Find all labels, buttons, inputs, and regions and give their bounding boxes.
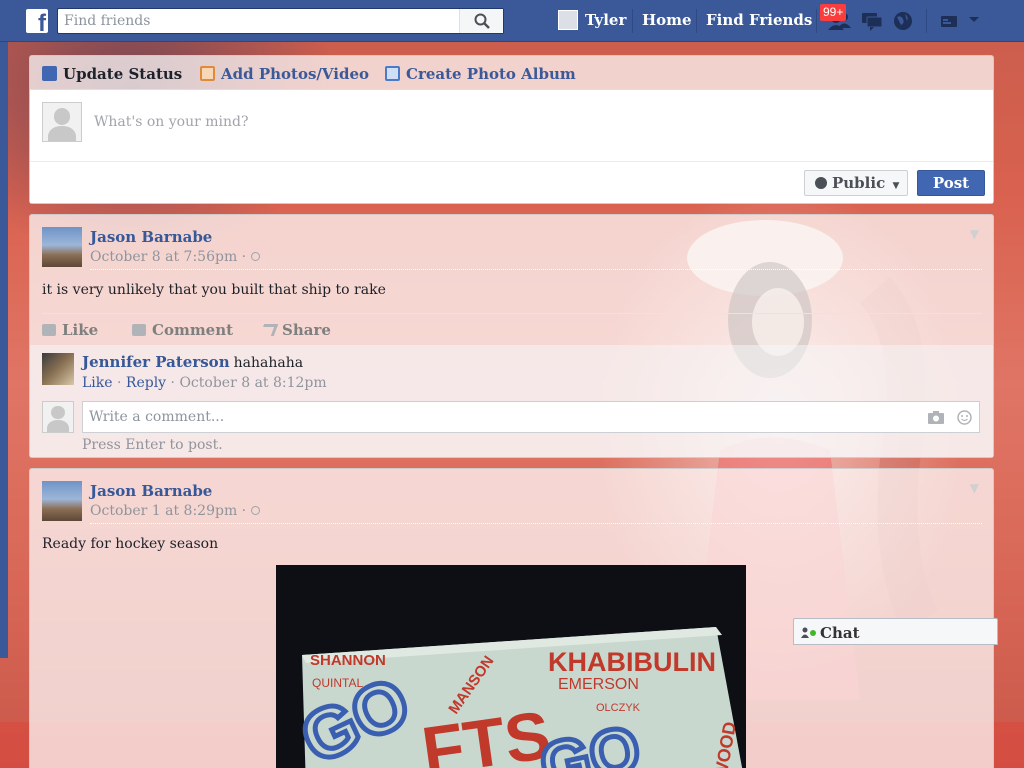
comment-input[interactable] [83,402,903,432]
photo-image: SHANNON QUINTAL MANSON KHABIBULIN EMERSO… [287,627,743,768]
album-icon [385,66,400,81]
tab-label: Create Photo Album [406,65,576,83]
press-enter-hint: Press Enter to post. [82,437,223,453]
search-button[interactable] [459,9,503,33]
comment-box [82,401,980,433]
share-button[interactable]: Share [259,321,331,339]
post-options-chevron-icon[interactable]: ▼ [970,227,979,241]
status-placeholder[interactable]: What's on your mind? [94,114,249,130]
comment-button[interactable]: Comment [132,321,233,339]
nav-divider [696,9,697,33]
post-timestamp[interactable]: October 8 at 7:56pm · [90,249,260,265]
like-button[interactable]: Like [42,321,98,339]
composer-footer: Public ▼ Post [30,162,993,203]
privacy-selector-button[interactable]: Public ▼ [804,170,908,196]
nav-profile-link[interactable]: Tyler [585,11,626,29]
header-divider [90,269,982,270]
tab-label: Update Status [63,65,183,83]
author-avatar[interactable] [42,227,82,267]
tab-label: Add Photos/Video [221,65,369,83]
pencil-icon [42,66,57,81]
camera-icon[interactable] [928,411,944,424]
status-composer: Update Status Add Photos/Video Create Ph… [29,55,994,204]
search-icon [474,13,490,29]
comment-text: hahahaha [233,355,304,371]
audience-globe-icon [250,252,260,261]
post-author[interactable]: Jason Barnabe [90,482,212,500]
privacy-label: Public [832,174,886,192]
comment-bubble-icon [132,324,146,336]
tab-update-status[interactable]: Update Status [42,65,182,83]
post-photo[interactable]: SHANNON QUINTAL MANSON KHABIBULIN EMERSO… [276,565,746,768]
privacy-shortcuts-icon[interactable] [940,10,958,30]
post-author[interactable]: Jason Barnabe [90,228,212,246]
feed-post: Jason Barnabe October 8 at 7:56pm · ▼ it… [29,214,994,458]
online-status-icon [810,630,816,636]
comment-timestamp[interactable]: October 8 at 8:12pm [179,375,326,391]
friend-requests-badge: 99+ [820,4,847,21]
nav-divider [632,9,633,33]
photo-text-khabibulin: KHABIBULIN [548,647,716,677]
comment-author[interactable]: Jennifer Paterson hahahaha [82,353,303,371]
write-comment-row: Press Enter to post. [30,397,993,457]
user-avatar[interactable] [558,10,578,30]
nav-find-friends-link[interactable]: Find Friends [706,11,812,29]
search-box [57,8,504,34]
photo-text-olczyk: OLCZYK [596,702,641,714]
nav-home-link[interactable]: Home [642,11,692,29]
nav-divider [816,9,817,33]
chat-sidebar-tab[interactable]: Chat [793,618,998,645]
facebook-logo-icon[interactable]: f [26,9,48,36]
notifications-globe-icon[interactable] [892,10,914,32]
post-timestamp[interactable]: October 1 at 8:29pm · [90,503,260,519]
post-actions: Like Comment Share [42,313,982,343]
top-navigation-bar: f Tyler Home Find Friends 99+ [0,0,1024,42]
composer-input-area[interactable]: What's on your mind? [30,89,993,162]
emoji-icon[interactable] [957,410,972,425]
photo-text-emerson: EMERSON [558,676,639,693]
default-avatar-icon [42,401,74,433]
post-text: Ready for hockey season [42,536,219,552]
left-page-edge [0,42,8,658]
chat-label: Chat [820,624,860,642]
author-avatar[interactable] [42,481,82,521]
default-avatar-icon [42,102,82,142]
thumbs-up-icon [42,324,56,336]
account-menu-icon[interactable] [968,16,980,24]
chevron-down-icon: ▼ [892,181,900,191]
photo-icon [200,66,215,81]
tab-create-photo-album[interactable]: Create Photo Album [385,65,576,83]
commenter-avatar[interactable] [42,353,74,385]
search-input[interactable] [58,9,458,33]
photo-text-shannon: SHANNON [310,652,386,669]
globe-icon [815,177,827,189]
person-icon [801,627,809,638]
comment-like-link[interactable]: Like [82,375,113,391]
nav-divider [926,9,927,33]
post-button[interactable]: Post [917,170,985,196]
comments-section: Jennifer Paterson hahahaha Like · Reply ·… [30,345,993,457]
messages-icon[interactable] [860,10,884,32]
share-arrow-icon [259,324,279,336]
tab-add-photos-video[interactable]: Add Photos/Video [200,65,369,83]
header-divider [90,523,982,524]
comment-reply-link[interactable]: Reply [126,375,166,391]
audience-globe-icon [250,506,260,515]
post-text: it is very unlikely that you built that … [42,282,386,298]
comment-meta: Like · Reply · October 8 at 8:12pm [82,375,327,391]
composer-tabs: Update Status Add Photos/Video Create Ph… [30,56,993,89]
post-options-chevron-icon[interactable]: ▼ [970,481,979,495]
